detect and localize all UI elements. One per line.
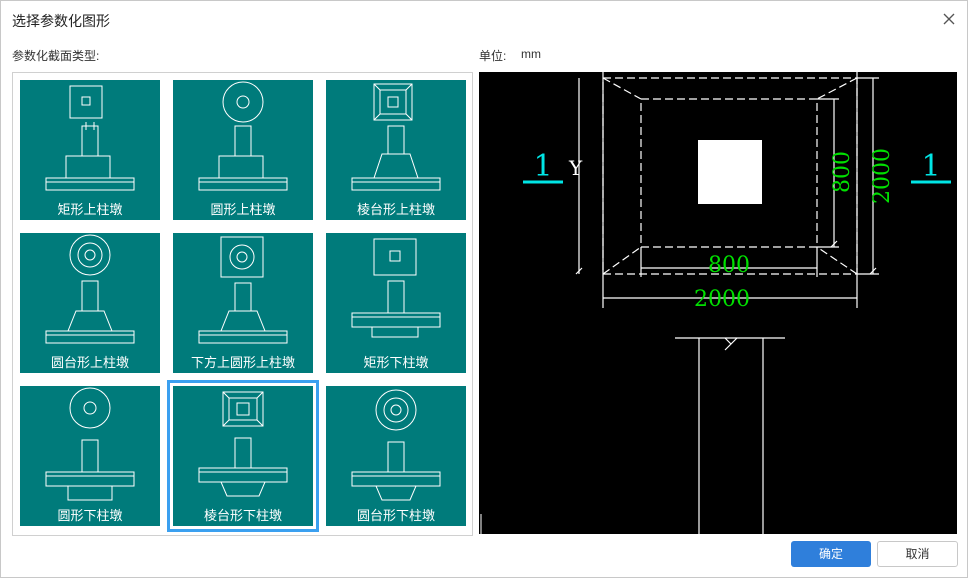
preview-canvas[interactable]: Y 800 2000 800 2000 1 1 xyxy=(479,72,957,534)
shape-tile-round-frustum-upper-pier[interactable]: 圆台形上柱墩 xyxy=(20,233,160,373)
shape-grid: 矩形上柱墩 圆形上柱墩 棱台形上柱墩 圆台形上柱墩 下方上圆形上柱墩 矩形下柱墩… xyxy=(12,72,473,536)
shape-label: 矩形下柱墩 xyxy=(363,355,429,370)
shape-label: 圆台形下柱墩 xyxy=(356,508,435,523)
section-type-label: 参数化截面类型: xyxy=(12,49,100,63)
dim-inner-vertical: 800 xyxy=(830,151,855,193)
shape-tile-square-bottom-round-top-pier[interactable]: 下方上圆形上柱墩 xyxy=(173,233,313,373)
cancel-button[interactable]: 取消 xyxy=(877,541,958,567)
parametric-shape-dialog: 选择参数化图形 参数化截面类型: 单位: mm 矩形上柱墩 圆形上柱墩 棱台形上… xyxy=(0,0,968,578)
dim-outer-horizontal: 2000 xyxy=(694,287,750,312)
ok-button[interactable]: 确定 xyxy=(791,541,871,567)
dim-inner-horizontal: 800 xyxy=(708,253,750,278)
shape-tile-frustum-lower-pier[interactable]: 棱台形下柱墩 xyxy=(167,380,319,532)
section-mark-left: 1 xyxy=(533,149,552,184)
dialog-title: 选择参数化图形 xyxy=(12,13,110,29)
shape-label: 圆形下柱墩 xyxy=(57,508,123,523)
unit-label: 单位: xyxy=(479,49,507,63)
shape-tile-frustum-upper-pier[interactable]: 棱台形上柱墩 xyxy=(326,80,466,220)
dim-outer-vertical: 2000 xyxy=(870,148,895,204)
pier-drawing: Y 800 2000 800 2000 1 1 xyxy=(480,72,951,534)
close-icon[interactable] xyxy=(939,9,959,29)
shape-tile-round-frustum-lower-pier[interactable]: 圆台形下柱墩 xyxy=(326,386,466,526)
shape-tile-circle-lower-pier[interactable]: 圆形下柱墩 xyxy=(20,386,160,526)
unit-value: mm xyxy=(521,47,541,61)
shape-label: 矩形上柱墩 xyxy=(57,202,123,217)
shape-label: 下方上圆形上柱墩 xyxy=(190,355,295,370)
shape-tile-circle-upper-pier[interactable]: 圆形上柱墩 xyxy=(173,80,313,220)
shape-label: 圆台形上柱墩 xyxy=(50,355,129,370)
shape-tile-rect-lower-pier[interactable]: 矩形下柱墩 xyxy=(326,233,466,373)
shape-label: 棱台形上柱墩 xyxy=(356,202,435,217)
section-mark-right: 1 xyxy=(921,149,940,184)
shape-label: 棱台形下柱墩 xyxy=(203,508,282,523)
shape-tile-rect-upper-pier[interactable]: 矩形上柱墩 xyxy=(20,80,160,220)
axis-label: Y xyxy=(568,156,583,180)
shape-label: 圆形上柱墩 xyxy=(210,202,276,217)
column-section xyxy=(698,140,762,204)
